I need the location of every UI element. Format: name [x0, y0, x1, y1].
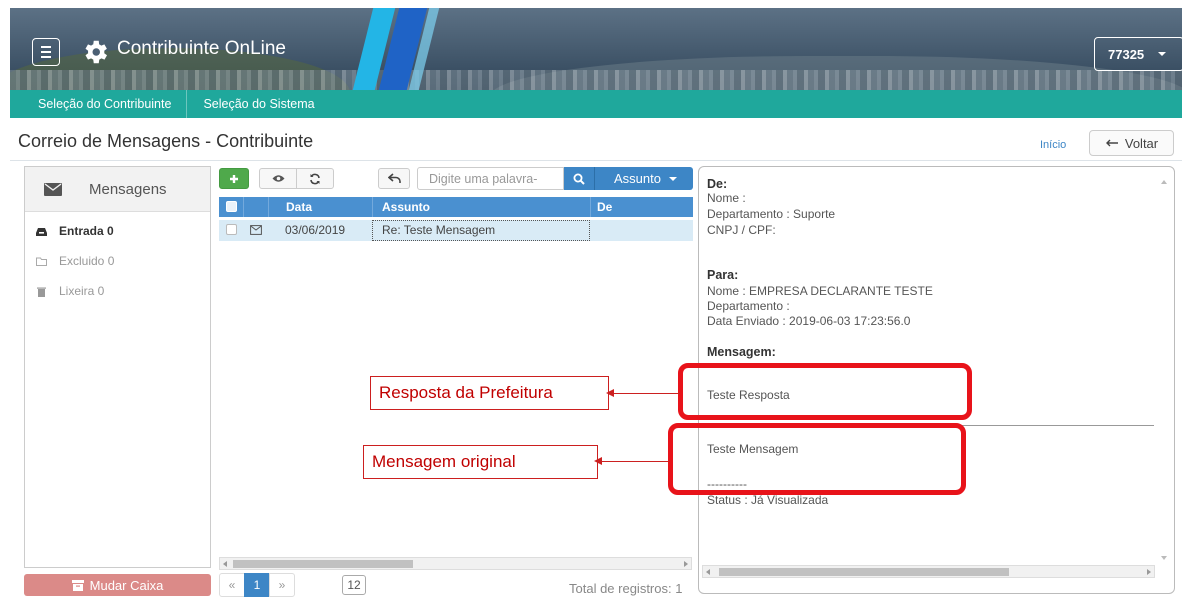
folder-panel-title: Mensagens	[89, 180, 167, 198]
total-records-label: Total de registros: 1	[569, 581, 683, 596]
nav-item-system-selection[interactable]: Seleção do Sistema	[186, 90, 329, 118]
home-breadcrumb-link[interactable]: Início	[1040, 139, 1066, 151]
from-name: Nome :	[707, 191, 746, 205]
last-page-button[interactable]: »	[269, 573, 295, 597]
folder-panel-header: Mensagens	[25, 167, 210, 212]
subject-filter-label: Assunto	[614, 171, 661, 186]
arrow-left-icon	[594, 457, 602, 465]
to-name: Nome : EMPRESA DECLARANTE TESTE	[707, 284, 933, 298]
hamburger-menu-icon[interactable]	[32, 38, 60, 66]
eye-icon	[272, 175, 284, 182]
folder-item-label: Excluido 0	[59, 254, 115, 268]
divider	[10, 160, 1182, 161]
main-navbar: Seleção do Contribuinte Seleção do Siste…	[10, 90, 1182, 118]
back-button[interactable]: Voltar	[1089, 130, 1174, 156]
column-header-from[interactable]: De	[590, 197, 693, 217]
user-dropdown[interactable]: 77325	[1094, 37, 1182, 71]
inbox-icon	[36, 227, 47, 236]
header-banner: Contribuinte OnLine 77325	[10, 8, 1182, 90]
reply-button[interactable]	[378, 168, 410, 189]
view-message-button[interactable]	[259, 168, 297, 189]
user-code: 77325	[1108, 46, 1145, 62]
search-button[interactable]	[564, 167, 594, 190]
first-page-button[interactable]: «	[219, 573, 245, 597]
row-from	[590, 220, 693, 240]
status-text: Status : Já Visualizada	[707, 493, 829, 507]
refresh-button[interactable]	[296, 168, 334, 189]
folder-item-deleted[interactable]: Excluido 0	[25, 246, 210, 276]
sent-date: Data Enviado : 2019-06-03 17:23:56.0	[707, 314, 911, 328]
column-header-icon	[243, 197, 268, 217]
change-box-label: Mudar Caixa	[89, 577, 164, 593]
row-subject: Re: Teste Mensagem	[372, 220, 590, 241]
folder-icon	[36, 257, 47, 266]
grid-horizontal-scrollbar[interactable]	[219, 557, 692, 570]
envelope-open-icon	[243, 220, 268, 240]
archive-icon	[71, 579, 84, 591]
reply-highlight-box	[678, 363, 972, 420]
original-annotation-label: Mensagem original	[363, 445, 598, 479]
refresh-icon	[310, 173, 320, 184]
caret-down-icon	[668, 176, 677, 181]
from-heading: De:	[707, 177, 728, 191]
detail-horizontal-scrollbar[interactable]	[702, 565, 1155, 578]
subject-filter-dropdown[interactable]: Assunto	[594, 167, 693, 190]
row-checkbox[interactable]	[219, 220, 243, 240]
page-title: Correio de Mensagens - Contribuinte	[18, 131, 314, 151]
search-icon	[573, 173, 585, 185]
folder-item-trash[interactable]: Lixeira 0	[25, 276, 210, 306]
arrow-left-icon	[1105, 139, 1118, 147]
grid-header: Data Assunto De	[219, 197, 693, 217]
detail-vertical-scrollbar[interactable]	[1156, 171, 1172, 571]
app-title: Contribuinte OnLine	[117, 38, 286, 59]
new-message-button[interactable]	[219, 168, 249, 189]
column-header-subject[interactable]: Assunto	[372, 197, 590, 217]
gear-icon	[85, 40, 107, 64]
annotation-arrow	[600, 461, 670, 462]
reply-icon	[387, 173, 401, 183]
original-highlight-box	[668, 423, 966, 495]
page-1-button[interactable]: 1	[244, 573, 270, 597]
from-department: Departamento : Suporte	[707, 207, 836, 221]
page-size-select[interactable]: 12	[342, 575, 366, 595]
banner-city	[10, 70, 1182, 90]
folder-item-inbox[interactable]: Entrada 0	[25, 216, 210, 246]
annotation-arrow	[612, 393, 680, 394]
table-row[interactable]: 03/06/2019 Re: Teste Mensagem	[219, 220, 693, 241]
select-all-checkbox[interactable]	[219, 197, 243, 217]
folder-item-label: Lixeira 0	[59, 284, 105, 298]
arrow-left-icon	[606, 389, 614, 397]
from-cnpj: CNPJ / CPF:	[707, 223, 776, 237]
search-input[interactable]	[417, 167, 564, 190]
folder-panel: Mensagens Entrada 0 Excluido 0 Lixeira 0	[24, 166, 211, 568]
envelope-icon	[44, 182, 62, 196]
row-date: 03/06/2019	[285, 223, 346, 237]
trash-icon	[37, 287, 46, 297]
folder-item-label: Entrada 0	[59, 224, 114, 238]
reply-annotation-label: Resposta da Prefeitura	[370, 376, 609, 410]
pagination: « 1 »	[219, 573, 295, 597]
plus-icon	[230, 174, 238, 183]
nav-item-taxpayer-selection[interactable]: Seleção do Contribuinte	[10, 90, 186, 118]
to-department: Departamento :	[707, 299, 790, 313]
caret-down-icon	[1158, 52, 1167, 56]
change-box-button[interactable]: Mudar Caixa	[24, 574, 211, 596]
to-heading: Para:	[707, 268, 739, 282]
message-heading: Mensagem:	[707, 345, 776, 359]
column-header-date[interactable]: Data	[268, 197, 372, 217]
back-button-label: Voltar	[1124, 135, 1159, 151]
